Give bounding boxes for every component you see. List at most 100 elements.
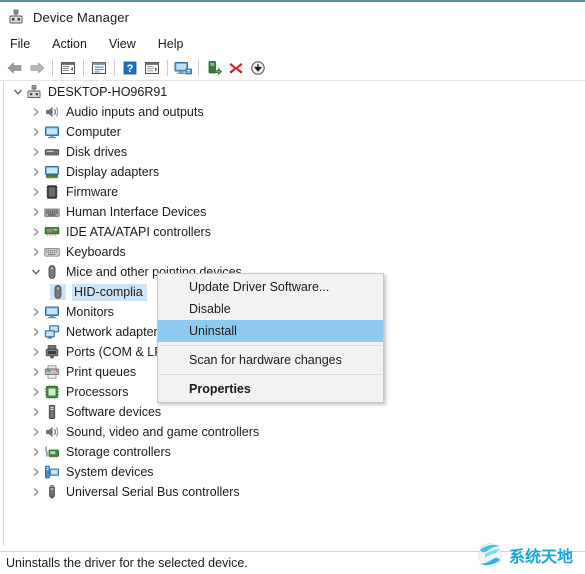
- chevron-right-icon[interactable]: [28, 342, 44, 362]
- tree-item-label: Ports (COM & LF: [66, 345, 162, 359]
- chevron-right-icon[interactable]: [28, 222, 44, 242]
- context-menu-item-disable[interactable]: Disable: [158, 298, 383, 320]
- properties-button[interactable]: [88, 57, 110, 79]
- processor-icon: [44, 384, 60, 400]
- tree-row[interactable]: Human Interface Devices: [4, 202, 583, 222]
- tree-item-label: Keyboards: [66, 245, 126, 259]
- tree-item-label: HID-complia: [72, 283, 147, 301]
- toolbar-separator-5: [198, 60, 199, 76]
- scan-hardware-changes-button[interactable]: [172, 57, 194, 79]
- menu-action[interactable]: Action: [41, 35, 98, 53]
- tree-item-label: Print queues: [66, 365, 137, 379]
- tree-item-label: Audio inputs and outputs: [66, 105, 204, 119]
- toolbar-separator-1: [52, 60, 53, 76]
- keyboard-icon: [44, 244, 60, 260]
- tree-item-label: Universal Serial Bus controllers: [66, 485, 240, 499]
- tree-row[interactable]: System devices: [4, 462, 583, 482]
- network-adapter-icon: [44, 324, 60, 340]
- chevron-right-icon[interactable]: [28, 122, 44, 142]
- tree-row[interactable]: Display adapters: [4, 162, 583, 182]
- software-device-icon: [44, 404, 60, 420]
- chevron-right-icon[interactable]: [28, 202, 44, 222]
- chevron-down-icon[interactable]: [28, 262, 44, 282]
- chevron-right-icon[interactable]: [28, 302, 44, 322]
- menu-help[interactable]: Help: [147, 35, 195, 53]
- chevron-right-icon[interactable]: [28, 322, 44, 342]
- update-driver-button[interactable]: [203, 57, 225, 79]
- tree-item-label: Software devices: [66, 405, 162, 419]
- context-menu[interactable]: Update Driver Software... Disable Uninst…: [157, 273, 384, 403]
- chevron-right-icon[interactable]: [28, 102, 44, 122]
- tree-item-label: Network adapter: [66, 325, 158, 339]
- chevron-right-icon[interactable]: [28, 462, 44, 482]
- menu-view[interactable]: View: [98, 35, 147, 53]
- mouse-icon: [44, 264, 60, 280]
- uninstall-device-button[interactable]: [225, 57, 247, 79]
- monitor-icon: [44, 124, 60, 140]
- speaker-icon: [44, 104, 60, 120]
- tree-row[interactable]: Disk drives: [4, 142, 583, 162]
- watermark-text: 系统天地: [509, 547, 574, 566]
- chevron-right-icon[interactable]: [28, 362, 44, 382]
- context-menu-separator: [160, 345, 381, 346]
- tree-row[interactable]: Keyboards: [4, 242, 583, 262]
- toolbar-separator-2: [83, 60, 84, 76]
- help-button[interactable]: ?: [119, 57, 141, 79]
- context-menu-separator: [160, 374, 381, 375]
- show-hide-console-tree-button[interactable]: [57, 57, 79, 79]
- tree-row[interactable]: Computer: [4, 122, 583, 142]
- tree-item-label: Storage controllers: [66, 445, 171, 459]
- menu-file[interactable]: File: [0, 35, 41, 53]
- tree-root-label: DESKTOP-HO96R91: [48, 85, 168, 99]
- title-bar: Device Manager: [0, 2, 585, 32]
- chevron-right-icon[interactable]: [28, 382, 44, 402]
- back-button[interactable]: [4, 57, 26, 79]
- chevron-right-icon[interactable]: [28, 482, 44, 502]
- tree-row[interactable]: Sound, video and game controllers: [4, 422, 583, 442]
- tree-row[interactable]: Software devices: [4, 402, 583, 422]
- chevron-right-icon[interactable]: [28, 182, 44, 202]
- chevron-right-icon[interactable]: [28, 442, 44, 462]
- tree-item-label: Computer: [66, 125, 121, 139]
- tree-item-label: System devices: [66, 465, 154, 479]
- tree-item-label: IDE ATA/ATAPI controllers: [66, 225, 211, 239]
- storage-controller-icon: [44, 444, 60, 460]
- context-menu-item-uninstall[interactable]: Uninstall: [158, 320, 383, 342]
- tree-row[interactable]: Audio inputs and outputs: [4, 102, 583, 122]
- tree-item-label: Processors: [66, 385, 129, 399]
- display-adapter-icon: [44, 164, 60, 180]
- computer-root-icon: [26, 84, 42, 100]
- circular-swoosh-logo-icon: [476, 540, 506, 571]
- tree-row[interactable]: DESKTOP-HO96R91: [4, 82, 583, 102]
- tree-item-label: Human Interface Devices: [66, 205, 207, 219]
- export-list-button[interactable]: [141, 57, 163, 79]
- monitor-icon: [44, 304, 60, 320]
- port-icon: [44, 344, 60, 360]
- chevron-down-icon[interactable]: [10, 82, 26, 102]
- speaker-icon: [44, 424, 60, 440]
- tree-row[interactable]: IDE ATA/ATAPI controllers: [4, 222, 583, 242]
- watermark: 系统天地: [476, 540, 582, 570]
- tree-row[interactable]: Firmware: [4, 182, 583, 202]
- device-manager-window: Device Manager File Action View Help ? D…: [0, 0, 585, 574]
- tree-item-label: Firmware: [66, 185, 119, 199]
- context-menu-item-properties[interactable]: Properties: [158, 378, 383, 400]
- context-menu-item-scan-for-hardware-changes[interactable]: Scan for hardware changes: [158, 349, 383, 371]
- hid-keyboard-icon: [44, 204, 60, 220]
- tree-row[interactable]: Storage controllers: [4, 442, 583, 462]
- toolbar-separator-4: [167, 60, 168, 76]
- forward-button[interactable]: [26, 57, 48, 79]
- chevron-right-icon[interactable]: [28, 422, 44, 442]
- tree-row[interactable]: Universal Serial Bus controllers: [4, 482, 583, 502]
- toolbar-separator-3: [114, 60, 115, 76]
- mouse-icon: [50, 284, 66, 300]
- firmware-chip-icon: [44, 184, 60, 200]
- chevron-right-icon[interactable]: [28, 242, 44, 262]
- chevron-right-icon[interactable]: [28, 162, 44, 182]
- chevron-right-icon[interactable]: [28, 142, 44, 162]
- chevron-right-icon[interactable]: [28, 402, 44, 422]
- disable-device-button[interactable]: [247, 57, 269, 79]
- device-manager-icon: [8, 9, 24, 25]
- ide-controller-icon: [44, 224, 60, 240]
- context-menu-item-update-driver-software[interactable]: Update Driver Software...: [158, 276, 383, 298]
